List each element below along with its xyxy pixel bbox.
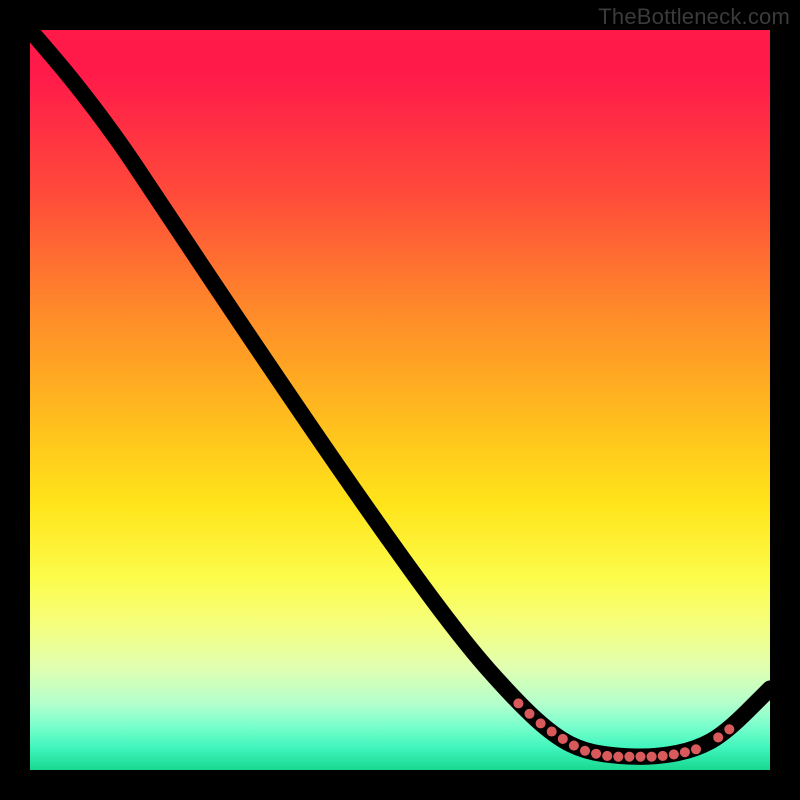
highlight-dot — [602, 751, 612, 761]
plot-area — [30, 30, 770, 770]
highlight-dot — [669, 749, 679, 759]
highlight-dot — [680, 747, 690, 757]
bottleneck-curve — [30, 30, 770, 757]
highlight-dot — [513, 698, 523, 708]
highlight-dot — [613, 752, 623, 762]
highlight-dot — [647, 752, 657, 762]
highlight-dot — [547, 726, 557, 736]
highlight-dot — [724, 724, 734, 734]
highlight-dot — [524, 709, 534, 719]
watermark-text: TheBottleneck.com — [598, 4, 790, 30]
highlight-dot — [591, 749, 601, 759]
highlight-dot — [635, 752, 645, 762]
highlight-dot — [558, 734, 568, 744]
highlight-dot — [691, 744, 701, 754]
highlight-dot — [624, 752, 634, 762]
highlight-dot — [658, 751, 668, 761]
highlight-dot — [713, 732, 723, 742]
highlight-dot — [536, 718, 546, 728]
highlight-dot — [580, 746, 590, 756]
curve-layer — [30, 30, 770, 770]
chart-stage: TheBottleneck.com — [0, 0, 800, 800]
highlight-dot — [569, 741, 579, 751]
